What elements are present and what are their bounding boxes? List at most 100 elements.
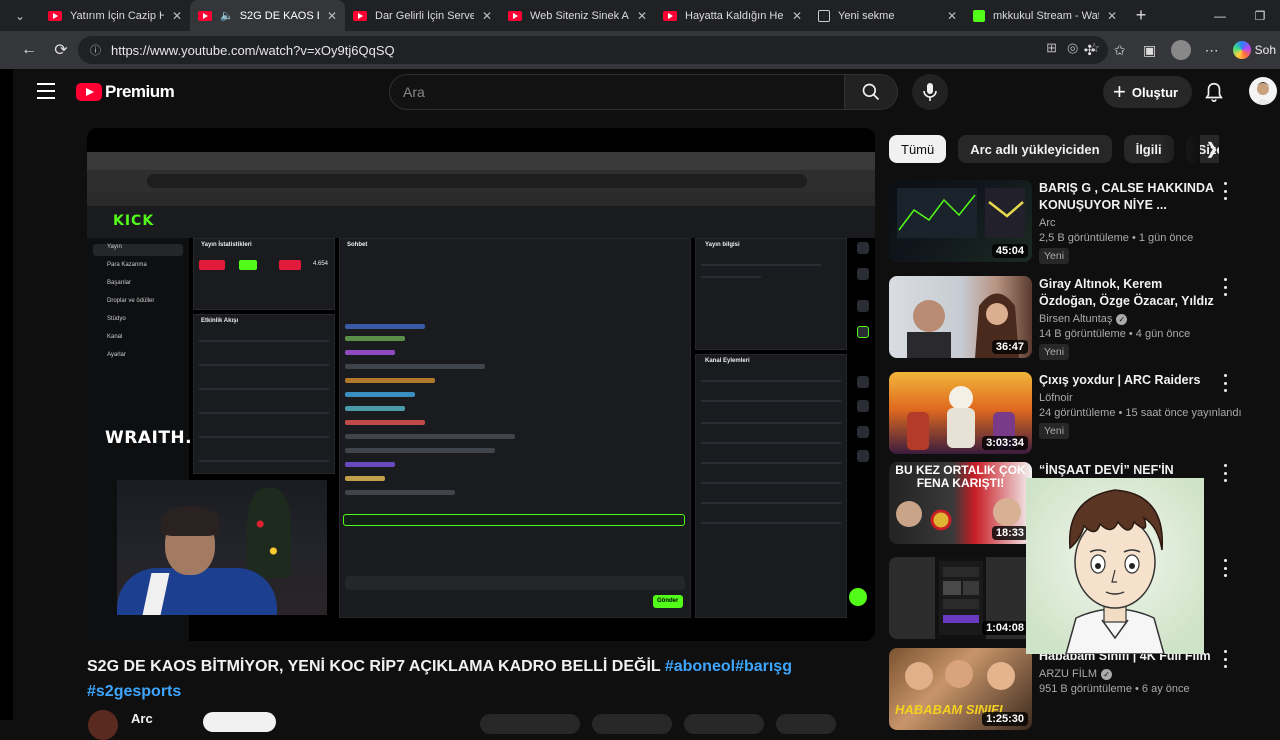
voice-search-button[interactable] <box>912 74 948 110</box>
more-options-icon[interactable]: ⋯ <box>1203 42 1221 59</box>
close-icon[interactable]: ✕ <box>482 9 492 23</box>
chip-all[interactable]: Tümü <box>889 135 947 163</box>
recommendation-title[interactable]: Çıxış yoxdur | ARC Raiders <box>1039 372 1219 389</box>
video-content <box>695 238 847 350</box>
save-button[interactable] <box>684 714 764 734</box>
video-thumbnail[interactable]: BU KEZ ORTALIK ÇOK FENA KARIŞTI! 18:33 <box>889 462 1032 544</box>
notifications-bell-icon[interactable] <box>1203 81 1225 103</box>
create-label: Oluştur <box>1131 84 1179 100</box>
video-content <box>701 400 841 402</box>
reload-icon[interactable]: ⟳ <box>46 35 76 65</box>
browser-tab[interactable]: mkkukul Stream - Watch ✕ <box>965 0 1125 31</box>
profile-avatar[interactable] <box>1170 40 1191 60</box>
youtube-icon <box>508 10 522 21</box>
stream-sidebar-item: Ayarlar <box>107 352 126 358</box>
video-content <box>345 490 455 495</box>
restore-icon[interactable]: ❐ <box>1240 0 1280 31</box>
more-vert-icon[interactable] <box>1221 182 1229 200</box>
recommendation-channel[interactable]: Arc <box>1039 217 1219 229</box>
url-text[interactable]: https://www.youtube.com/watch?v=xOy9tj6Q… <box>111 43 395 58</box>
video-thumbnail[interactable]: 36:47 <box>889 276 1032 358</box>
video-thumbnail[interactable]: 45:04 <box>889 180 1032 262</box>
video-thumbnail[interactable]: 1:04:08 <box>889 557 1032 639</box>
browser-toolbar: ← ⟳ ⓘ https://www.youtube.com/watch?v=xO… <box>0 31 1280 69</box>
youtube-logo[interactable]: Premium <box>76 82 175 102</box>
hashtag-link[interactable]: #aboneol#barışg <box>665 658 792 675</box>
close-icon[interactable]: ✕ <box>172 9 182 23</box>
minimize-icon[interactable]: — <box>1200 0 1240 31</box>
video-content <box>199 460 329 462</box>
recommendation-channel[interactable]: ARZU FİLM ✓ <box>1039 668 1219 680</box>
channel-name: Arc <box>1039 217 1056 229</box>
video-content <box>199 412 329 414</box>
more-vert-icon[interactable] <box>1221 559 1229 577</box>
video-content <box>345 476 385 481</box>
address-bar[interactable]: ⓘ https://www.youtube.com/watch?v=xOy9tj… <box>78 36 1108 64</box>
more-vert-icon[interactable] <box>1221 374 1229 392</box>
extensions-icon[interactable]: ✣ <box>1081 42 1099 59</box>
tab-actions-chevron-icon[interactable]: ⌄ <box>0 0 40 31</box>
browser-tab[interactable]: Yatırım İçin Cazip Hisseler ✕ <box>40 0 190 31</box>
copilot-button[interactable]: Soh <box>1232 41 1276 59</box>
recommendation-info: BARIŞ G , CALSE HAKKINDA KONUŞUYOR NİYE … <box>1039 180 1219 264</box>
search-input[interactable] <box>389 74 845 110</box>
menu-icon[interactable] <box>37 83 55 99</box>
more-vert-icon[interactable] <box>1221 464 1229 482</box>
viewer-count: 4.654 <box>313 261 329 267</box>
browser-tab[interactable]: Web Siteniz Sinek Avlamıyor ✕ <box>500 0 655 31</box>
recommendation-item[interactable]: 36:47 Giray Altınok, Kerem Özdoğan, Özge… <box>889 276 1239 362</box>
video-content <box>279 260 301 270</box>
more-vert-icon[interactable] <box>1221 278 1229 296</box>
streamer-figure <box>161 506 219 536</box>
close-icon[interactable]: ✕ <box>947 9 957 23</box>
more-actions-button[interactable] <box>776 714 836 734</box>
events-panel-title: Etkinlik Akışı <box>201 318 239 324</box>
recommendation-item[interactable]: HABABAM SINIFI 1:25:30 Hababam Sınıfı | … <box>889 648 1239 734</box>
channel-name[interactable]: Arc <box>131 711 153 726</box>
close-icon[interactable]: ✕ <box>792 9 802 23</box>
close-icon[interactable]: ✕ <box>1107 9 1117 23</box>
more-vert-icon[interactable] <box>1221 650 1229 668</box>
account-avatar[interactable] <box>1249 77 1277 105</box>
site-info-icon[interactable]: ⓘ <box>90 42 101 58</box>
speaker-icon[interactable]: 🔈 <box>220 9 234 22</box>
recommendation-item[interactable]: 3:03:34 Çıxış yoxdur | ARC Raiders Löfno… <box>889 372 1242 458</box>
back-arrow-icon[interactable]: ← <box>14 35 44 65</box>
browser-tab[interactable]: Hayatta Kaldığın Her Dakika ✕ <box>655 0 810 31</box>
close-icon[interactable]: ✕ <box>327 9 337 23</box>
video-thumbnail[interactable]: HABABAM SINIFI 1:25:30 <box>889 648 1032 730</box>
apps-grid-icon[interactable]: ⊞ <box>1046 40 1057 56</box>
create-button[interactable]: + Oluştur <box>1103 76 1193 108</box>
search-button[interactable] <box>844 74 898 110</box>
new-tab-button[interactable]: + <box>1125 0 1157 31</box>
copilot-label: Soh <box>1254 43 1276 57</box>
recommendation-title[interactable]: Giray Altınok, Kerem Özdoğan, Özge Özaca… <box>1039 276 1219 310</box>
close-icon[interactable]: ✕ <box>637 9 647 23</box>
subscribe-button[interactable] <box>203 712 276 732</box>
channel-avatar[interactable] <box>88 710 118 740</box>
recommendation-channel[interactable]: Löfnoir <box>1039 392 1219 404</box>
hashtag-link[interactable]: #s2gesports <box>87 683 181 700</box>
stream-sidebar-item: Stüdyo <box>107 316 126 322</box>
collections-icon[interactable]: ▣ <box>1141 42 1159 59</box>
stream-sidebar-item: Başarılar <box>107 280 132 286</box>
video-thumbnail[interactable]: 3:03:34 <box>889 372 1032 454</box>
video-content <box>345 364 485 369</box>
youtube-play-icon <box>76 83 102 101</box>
favorites-icon[interactable]: ✩ <box>1111 42 1129 59</box>
video-content <box>345 448 495 453</box>
recommendation-title[interactable]: BARIŞ G , CALSE HAKKINDA KONUŞUYOR NİYE … <box>1039 180 1219 214</box>
like-dislike-button[interactable] <box>480 714 580 734</box>
recommendation-item[interactable]: 45:04 BARIŞ G , CALSE HAKKINDA KONUŞUYOR… <box>889 180 1239 266</box>
tab-title: Dar Gelirli İçin Servet Yapma <box>375 9 474 22</box>
chevron-right-icon[interactable]: ❯ <box>1200 137 1224 161</box>
channel-name: Birsen Altuntaş <box>1039 313 1113 325</box>
tracking-prevention-icon[interactable]: ◎ <box>1067 40 1078 56</box>
chip-from-uploader[interactable]: Arc adlı yükleyiciden <box>958 135 1112 163</box>
share-button[interactable] <box>592 714 672 734</box>
browser-tab[interactable]: Yeni sekme ✕ <box>810 0 965 31</box>
recommendation-channel[interactable]: Birsen Altuntaş ✓ <box>1039 313 1219 325</box>
video-player[interactable]: KICK Yayın Para Kazanma Başarılar Dropla… <box>87 128 875 641</box>
browser-tab-active[interactable]: 🔈 S2G DE KAOS BİTMİYOR ✕ <box>190 0 345 31</box>
browser-tab[interactable]: Dar Gelirli İçin Servet Yapma ✕ <box>345 0 500 31</box>
